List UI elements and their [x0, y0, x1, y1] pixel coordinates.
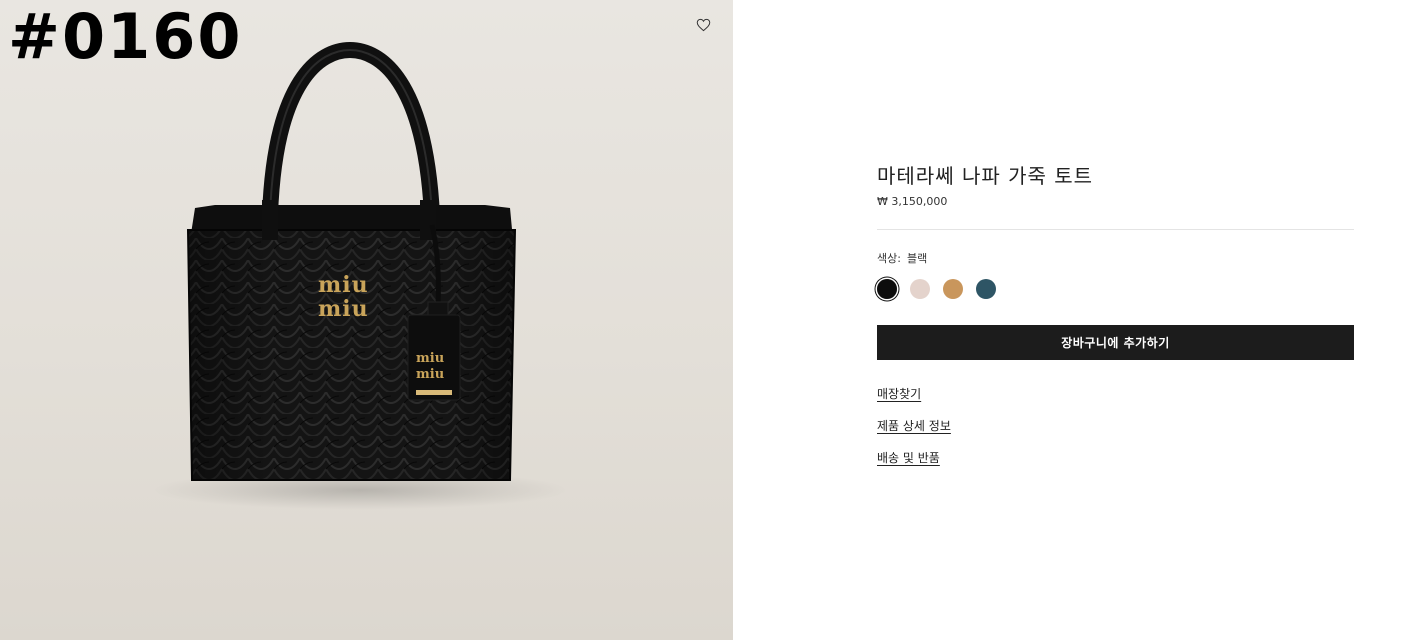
bag-logo-line2: miu	[318, 296, 369, 322]
product-info-panel: 마테라쎄 나파 가죽 토트 ₩ 3,150,000 색상: 블랙 장바구니에 추…	[733, 0, 1428, 640]
color-label: 색상:	[877, 252, 901, 265]
color-selection-label: 색상: 블랙	[877, 250, 927, 266]
swatch-beige-fill	[910, 279, 930, 299]
add-to-cart-button[interactable]: 장바구니에 추가하기	[877, 325, 1354, 360]
product-image-tote-bag: miu miu miu miu	[186, 41, 517, 481]
image-watermark: #0160	[8, 0, 243, 73]
color-value: 블랙	[906, 252, 928, 265]
product-details-link[interactable]: 제품 상세 정보	[877, 417, 951, 434]
swatch-caramel-fill	[943, 279, 963, 299]
tag-logo-line1: miu	[416, 351, 444, 366]
swatch-black-fill	[877, 279, 897, 299]
heart-outline-icon	[696, 18, 710, 32]
swatch-beige[interactable]	[910, 279, 930, 299]
swatch-caramel[interactable]	[943, 279, 963, 299]
swatch-black[interactable]	[877, 279, 897, 299]
product-image-gallery: miu miu miu miu #0160	[0, 0, 733, 640]
bag-logo-line1: miu	[318, 272, 369, 298]
swatch-teal-blue-fill	[976, 279, 996, 299]
swatch-teal-blue[interactable]	[976, 279, 996, 299]
shipping-returns-link[interactable]: 배송 및 반품	[877, 449, 940, 466]
product-title: 마테라쎄 나파 가죽 토트	[877, 164, 1094, 188]
color-swatches	[877, 279, 996, 299]
product-price: ₩ 3,150,000	[877, 195, 948, 208]
wishlist-button[interactable]	[692, 14, 714, 36]
tag-logo-line2: miu	[416, 367, 444, 382]
divider	[877, 229, 1354, 230]
store-finder-link[interactable]: 매장찾기	[877, 385, 921, 402]
